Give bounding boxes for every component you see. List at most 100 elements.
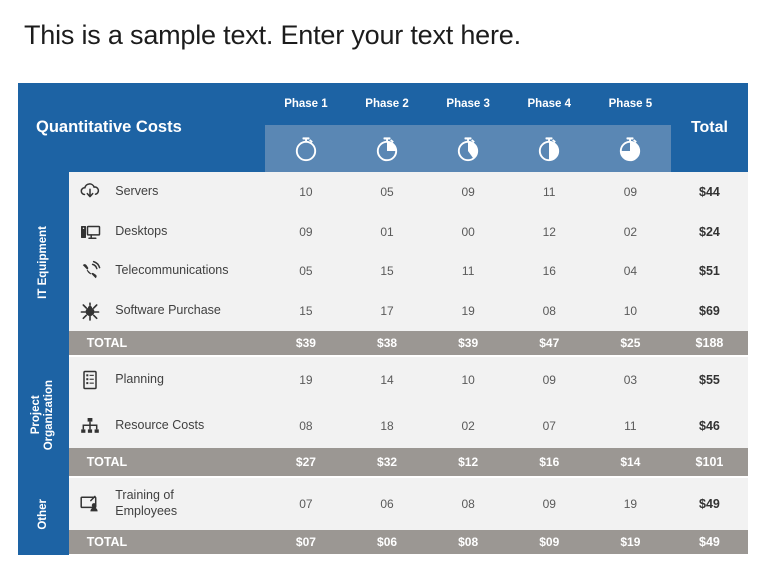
cell-phase-4[interactable]: 09 [508,355,590,403]
row-label: Software Purchase [111,291,266,331]
section-total-row: TOTAL $07 $06 $08 $09 $19 $49 [18,530,748,556]
cell-phase-5[interactable]: 10 [589,291,671,331]
stopwatch-icon-phase-1 [265,125,347,172]
section-total-phase-2: $32 [346,448,428,478]
cloud-download-icon [68,172,112,212]
cell-phase-2[interactable]: 05 [346,172,428,212]
cell-phase-5[interactable]: 09 [589,172,671,212]
section-band-label: IT Equipment [36,225,49,299]
cell-phase-3[interactable]: 10 [427,355,509,403]
cell-phase-2[interactable]: 01 [346,211,428,252]
cell-phase-3[interactable]: 00 [427,211,509,252]
cell-phase-4[interactable]: 12 [508,211,590,252]
cell-phase-3[interactable]: 02 [427,402,509,449]
cell-phase-1[interactable]: 10 [265,172,347,212]
table-row: IT Equipment Servers 10 05 09 11 09 $44 [18,172,748,356]
cell-phase-1[interactable]: 09 [265,211,347,252]
cell-phase-2[interactable]: 15 [346,251,428,292]
desktop-computer-icon [68,211,112,252]
cell-phase-5[interactable]: 04 [589,251,671,292]
table-row: Desktops 09 01 00 12 02 $24 [18,211,748,252]
cell-row-total: $49 [670,476,748,531]
cell-row-total: $51 [670,251,748,292]
cell-phase-1[interactable]: 08 [265,402,347,449]
section-band-label: Other [36,499,49,530]
page-title: This is a sample text. Enter your text h… [24,20,521,50]
table-row: Project Organization Planning 19 14 10 09 03 $5… [18,355,748,477]
cell-phase-3[interactable]: 08 [427,476,509,531]
cell-phase-2[interactable]: 17 [346,291,428,331]
section-band-0: IT Equipment [18,172,69,356]
section-total-phase-3: $39 [427,330,509,357]
cell-phase-1[interactable]: 05 [265,251,347,292]
cell-phase-4[interactable]: 11 [508,172,590,212]
row-label: Servers [111,172,266,212]
row-label: Resource Costs [111,402,266,449]
section-grand-total: $49 [670,530,748,556]
table-row: Resource Costs 08 18 02 07 11 $46 [18,402,748,449]
table-header-row-labels: Quantitative Costs Phase 1 Phase 2 Phase 3P… [18,83,748,172]
table-row: Software Purchase 15 17 19 08 10 $69 [18,291,748,331]
section-total-phase-2: $06 [346,530,428,556]
checklist-icon [68,355,112,403]
cell-phase-4[interactable]: 16 [508,251,590,292]
telephone-icon [68,251,112,292]
cell-row-total: $55 [670,355,748,403]
cell-phase-4[interactable]: 08 [508,291,590,331]
cell-row-total: $44 [670,172,748,212]
column-header-total[interactable]: Total [670,83,748,172]
cell-phase-3[interactable]: 09 [427,172,509,212]
section-total-label: TOTAL [68,330,266,357]
section-total-phase-2: $38 [346,330,428,357]
cell-phase-4[interactable]: 07 [508,402,590,449]
cell-phase-3[interactable]: 19 [427,291,509,331]
cell-phase-1[interactable]: 07 [265,476,347,531]
section-grand-total: $188 [670,330,748,357]
cell-phase-2[interactable]: 06 [346,476,428,531]
column-header-phase-4[interactable]: Phase 4 [508,83,590,125]
section-total-phase-4: $09 [508,530,590,556]
cell-phase-5[interactable]: 19 [589,476,671,531]
section-band-label: Project Organization [30,379,56,450]
section-band-1: Project Organization [18,355,69,477]
section-total-phase-1: $27 [265,448,347,478]
cell-row-total: $46 [670,402,748,449]
cell-phase-4[interactable]: 09 [508,476,590,531]
column-header-phase-5[interactable]: Phase 5 [589,83,671,125]
cell-phase-2[interactable]: 18 [346,402,428,449]
cell-row-total: $24 [670,211,748,252]
section-total-phase-4: $47 [508,330,590,357]
cell-phase-5[interactable]: 03 [589,355,671,403]
column-header-phase-3[interactable]: Phase 3 [427,83,509,125]
section-band-2: Other [18,476,69,555]
software-bug-icon [68,291,112,331]
section-total-label: TOTAL [68,448,266,478]
section-total-phase-1: $07 [265,530,347,556]
stopwatch-icon-phase-5 [589,125,671,172]
stopwatch-icon-phase-2 [346,125,428,172]
stopwatch-icon-phase-3 [427,125,509,172]
cell-phase-1[interactable]: 19 [265,355,347,403]
table-row: Other Training of Employees 07 06 08 09 19 $49 [18,476,748,555]
table-row: Telecommunications 05 15 11 16 04 $51 [18,251,748,292]
column-header-phase-1[interactable]: Phase 1 [265,83,347,125]
corner-title: Quantitative Costs [18,83,266,172]
cell-phase-2[interactable]: 14 [346,355,428,403]
section-total-phase-5: $14 [589,448,671,478]
org-chart-icon [68,402,112,449]
section-total-phase-4: $16 [508,448,590,478]
table-body: Quantitative Costs Phase 1 Phase 2 Phase 3P… [18,83,748,556]
section-grand-total: $101 [670,448,748,478]
cell-phase-1[interactable]: 15 [265,291,347,331]
presentation-training-icon [68,476,112,531]
row-label: Telecommunications [111,251,266,292]
cell-phase-3[interactable]: 11 [427,251,509,292]
row-label: Training of Employees [111,476,266,531]
section-total-phase-1: $39 [265,330,347,357]
column-header-phase-2[interactable]: Phase 2 [346,83,428,125]
quantitative-costs-table: Quantitative Costs Phase 1 Phase 2 Phase 3P… [18,83,748,556]
cell-phase-5[interactable]: 02 [589,211,671,252]
cell-phase-5[interactable]: 11 [589,402,671,449]
row-label: Desktops [111,211,266,252]
section-total-label: TOTAL [68,530,266,556]
